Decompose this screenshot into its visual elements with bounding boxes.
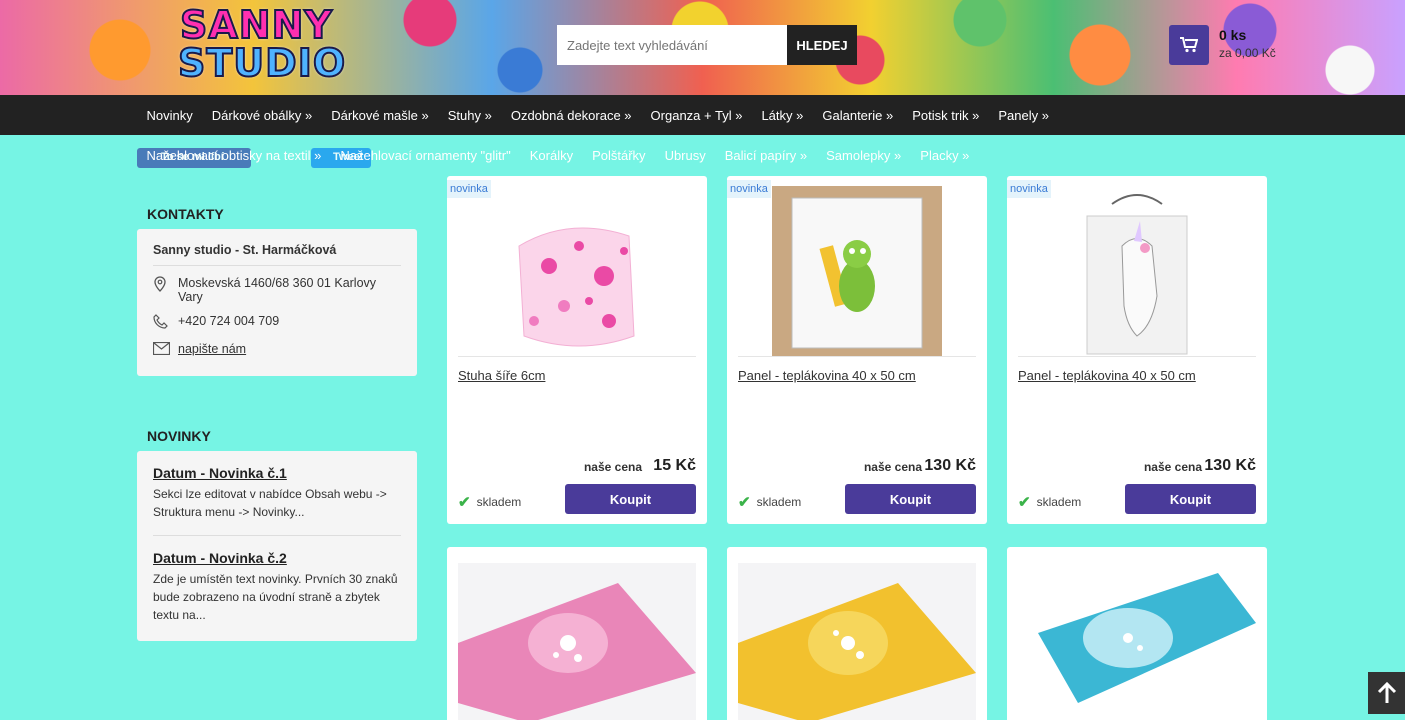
product-card bbox=[1007, 547, 1267, 720]
search-bar: HLEDEJ bbox=[557, 25, 857, 65]
nav-item-nazehlovaci-obtisky[interactable]: Nažehlovací obtisky na textil » bbox=[137, 148, 331, 163]
contact-email: napište nám bbox=[152, 341, 401, 358]
buy-button[interactable]: Koupit bbox=[565, 484, 696, 514]
contacts-box: Sanny studio - St. Harmáčková Moskevská … bbox=[137, 229, 417, 376]
news-heading: NOVINKY bbox=[147, 428, 211, 444]
nav-item-darkove-masle[interactable]: Dárkové mašle » bbox=[322, 108, 439, 123]
news-box: Datum - Novinka č.1 Sekci lze editovat v… bbox=[137, 451, 417, 641]
price-label: naše cena bbox=[863, 460, 922, 474]
new-badge: novinka bbox=[1007, 180, 1051, 198]
product-image-panel-dragon[interactable] bbox=[772, 186, 942, 356]
search-input[interactable] bbox=[557, 25, 787, 65]
stock-status: ✔ skladem bbox=[1018, 493, 1081, 511]
search-button[interactable]: HLEDEJ bbox=[787, 25, 857, 65]
cart-icon bbox=[1180, 37, 1198, 53]
product-image-yellow-envelope[interactable] bbox=[738, 563, 976, 720]
product-name-link[interactable]: Stuha šíře 6cm bbox=[458, 368, 545, 383]
header-banner: SANNY STUDIO HLEDEJ 0 ks za 0,00 Kč bbox=[0, 0, 1405, 95]
nav-item-koralky[interactable]: Korálky bbox=[520, 148, 582, 163]
price-label: naše cena bbox=[583, 460, 642, 474]
scroll-to-top-button[interactable] bbox=[1368, 672, 1405, 714]
contact-phone: +420 724 004 709 bbox=[153, 314, 401, 332]
product-card: novinka Panel - teplákovina 40 x 50 cm n… bbox=[1007, 176, 1267, 524]
stock-status: ✔ skladem bbox=[738, 493, 801, 511]
address-text: Moskevská 1460/68 360 01 Karlovy Vary bbox=[178, 276, 377, 304]
product-price: 15 Kč bbox=[653, 457, 696, 474]
product-image-blue-envelope[interactable] bbox=[1018, 563, 1256, 720]
product-card bbox=[447, 547, 707, 720]
nav-item-ozdobna-dekorace[interactable]: Ozdobná dekorace » bbox=[501, 108, 641, 123]
card-divider bbox=[1018, 356, 1256, 357]
nav-row-1: Novinky Dárkové obálky » Dárkové mašle »… bbox=[137, 95, 1058, 135]
location-pin-icon bbox=[153, 276, 178, 304]
check-icon: ✔ bbox=[1018, 494, 1031, 511]
phone-text: +420 724 004 709 bbox=[178, 314, 280, 328]
stock-text: skladem bbox=[1036, 495, 1082, 509]
nav-item-organza-tyl[interactable]: Organza + Tyl » bbox=[641, 108, 752, 123]
product-image-pink-envelope[interactable] bbox=[458, 563, 696, 720]
product-name-link[interactable]: Panel - teplákovina 40 x 50 cm bbox=[738, 368, 916, 383]
envelope-icon bbox=[152, 341, 178, 358]
nav-item-novinky[interactable]: Novinky bbox=[137, 108, 202, 123]
nav-item-latky[interactable]: Látky » bbox=[752, 108, 813, 123]
nav-item-darkove-obalky[interactable]: Dárkové obálky » bbox=[202, 108, 321, 123]
logo-line2: STUDIO bbox=[177, 41, 347, 85]
news-item: Datum - Novinka č.2 Zde je umístěn text … bbox=[153, 535, 401, 638]
check-icon: ✔ bbox=[738, 494, 751, 511]
card-divider bbox=[458, 356, 696, 357]
news-text: Sekci lze editovat v nabídce Obsah webu … bbox=[153, 487, 387, 519]
nav-item-galanterie[interactable]: Galanterie » bbox=[813, 108, 903, 123]
news-text: Zde je umístěn text novinky. Prvních 30 … bbox=[153, 572, 398, 622]
news-title-link[interactable]: Datum - Novinka č.2 bbox=[153, 550, 401, 566]
cart-count: 0 ks bbox=[1219, 27, 1247, 43]
product-card bbox=[727, 547, 987, 720]
nav-item-polstarky[interactable]: Polštářky bbox=[583, 148, 655, 163]
cart-sum: za 0,00 Kč bbox=[1219, 46, 1276, 60]
nav-item-balici-papiry[interactable]: Balicí papíry » bbox=[715, 148, 816, 163]
cart-button[interactable] bbox=[1169, 25, 1209, 65]
check-icon: ✔ bbox=[458, 494, 471, 511]
card-divider bbox=[738, 356, 976, 357]
nav-item-samolepky[interactable]: Samolepky » bbox=[817, 148, 911, 163]
buy-button[interactable]: Koupit bbox=[845, 484, 976, 514]
email-link[interactable]: napište nám bbox=[178, 342, 246, 358]
phone-icon bbox=[153, 314, 178, 332]
nav-item-potisk-trik[interactable]: Potisk trik » bbox=[903, 108, 989, 123]
new-badge: novinka bbox=[447, 180, 491, 198]
news-title-link[interactable]: Datum - Novinka č.1 bbox=[153, 465, 401, 481]
contact-address: Moskevská 1460/68 360 01 Karlovy Vary bbox=[153, 276, 401, 304]
nav-item-nazehlovaci-ornamenty[interactable]: Nažehlovací ornamenty "glitr" bbox=[331, 148, 520, 163]
contact-name: Sanny studio - St. Harmáčková bbox=[153, 243, 401, 266]
product-image-panel-unicorn[interactable] bbox=[1082, 186, 1192, 356]
new-badge: novinka bbox=[727, 180, 771, 198]
nav-item-panely[interactable]: Panely » bbox=[989, 108, 1059, 123]
product-name-link[interactable]: Panel - teplákovina 40 x 50 cm bbox=[1018, 368, 1196, 383]
nav-row-2: Nažehlovací obtisky na textil » Nažehlov… bbox=[137, 140, 979, 170]
nav-item-ubrusy[interactable]: Ubrusy bbox=[655, 148, 715, 163]
product-price: 130 Kč bbox=[1204, 457, 1256, 474]
product-price: 130 Kč bbox=[924, 457, 976, 474]
buy-button[interactable]: Koupit bbox=[1125, 484, 1256, 514]
price-label: naše cena bbox=[1143, 460, 1202, 474]
product-image-ribbon[interactable] bbox=[509, 186, 644, 356]
nav-item-placky[interactable]: Placky » bbox=[911, 148, 979, 163]
logo-line1: SANNY bbox=[179, 3, 333, 47]
main-navbar: Novinky Dárkové obálky » Dárkové mašle »… bbox=[0, 95, 1405, 135]
site-logo[interactable]: SANNY STUDIO bbox=[177, 3, 368, 86]
stock-text: skladem bbox=[756, 495, 802, 509]
stock-text: skladem bbox=[476, 495, 522, 509]
contacts-heading: KONTAKTY bbox=[147, 206, 224, 222]
stock-status: ✔ skladem bbox=[458, 493, 521, 511]
product-card: novinka Stuha šíře 6cm naše cena 15 Kč ✔… bbox=[447, 176, 707, 524]
product-card: novinka Panel - teplákovina 40 x 50 cm n… bbox=[727, 176, 987, 524]
arrow-up-icon bbox=[1377, 682, 1396, 703]
news-item: Datum - Novinka č.1 Sekci lze editovat v… bbox=[153, 465, 401, 535]
nav-item-stuhy[interactable]: Stuhy » bbox=[438, 108, 501, 123]
